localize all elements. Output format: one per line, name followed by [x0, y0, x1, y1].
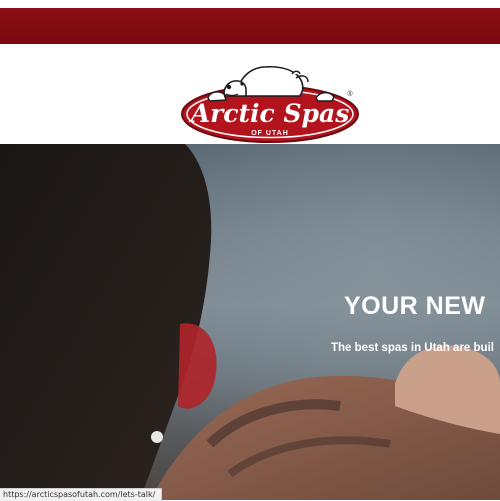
hero-title: YOUR NEW [344, 292, 486, 320]
hero-banner: YOUR NEW The best spas in Utah are buil [0, 144, 500, 500]
hero-background-image [0, 144, 500, 500]
logo-wordmark: Arctic Spas [189, 99, 350, 128]
browser-top-strip [0, 0, 500, 8]
top-nav-bar [0, 8, 500, 44]
site-logo-link[interactable]: Arctic Spas OF UTAH ® [180, 54, 360, 144]
arctic-spas-logo: Arctic Spas OF UTAH ® [181, 65, 359, 143]
site-header: Arctic Spas OF UTAH ® [0, 44, 500, 144]
hero-subtitle: The best spas in Utah are buil [331, 342, 494, 354]
registered-mark: ® [347, 90, 353, 98]
status-bar-url: https://arcticspasofutah.com/lets-talk/ [0, 488, 163, 501]
logo-subtext: OF UTAH [251, 130, 289, 137]
